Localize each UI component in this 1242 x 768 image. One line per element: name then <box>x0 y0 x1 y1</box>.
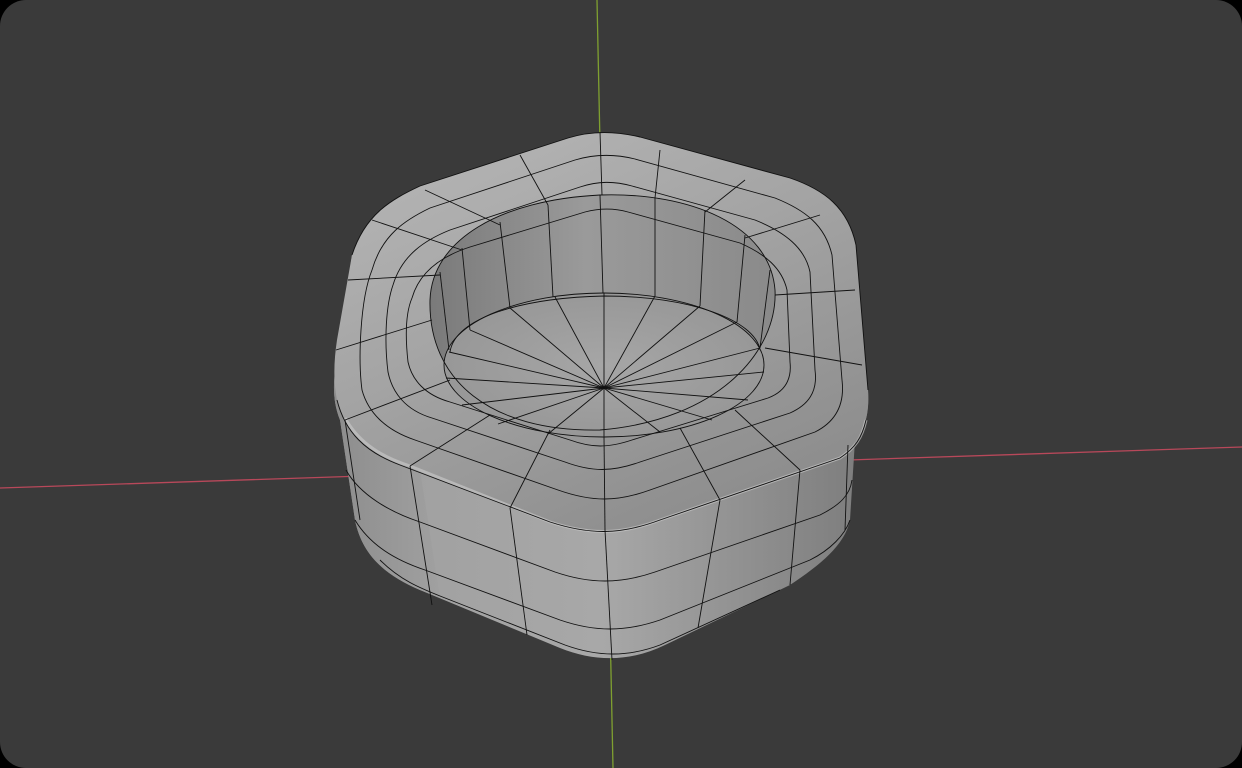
viewport-canvas[interactable] <box>0 0 1242 768</box>
mesh-object[interactable] <box>333 131 869 661</box>
3d-viewport[interactable] <box>0 0 1242 768</box>
